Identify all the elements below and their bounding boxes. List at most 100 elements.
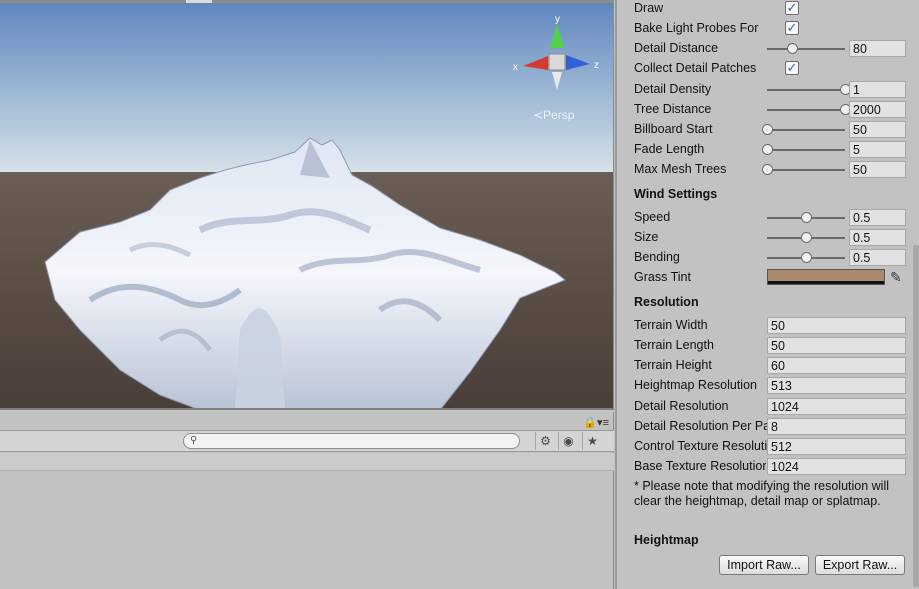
draw-row: Draw ✓ (634, 0, 906, 18)
detail-distance-field[interactable]: 80 (849, 40, 906, 57)
search-field[interactable]: ⚲ (183, 433, 520, 449)
detail-distance-slider[interactable] (767, 48, 845, 50)
grass-tint-alpha-bar (768, 281, 884, 284)
detail-resolution-per-patch-field[interactable]: 8 (767, 418, 906, 435)
draw-label: Draw (634, 1, 664, 15)
detail-density-slider[interactable] (767, 89, 845, 91)
heightmap-resolution-row: Heightmap Resolution 513 (634, 377, 906, 395)
export-raw-button[interactable]: Export Raw... (815, 555, 905, 575)
base-texture-resolution-field[interactable]: 1024 (767, 458, 906, 475)
max-mesh-trees-label: Max Mesh Trees (634, 162, 727, 176)
resolution-warning-note: * Please note that modifying the resolut… (634, 479, 890, 508)
panel-lock-menu[interactable]: 🔒▾≡ (583, 416, 609, 429)
eyedropper-icon[interactable]: ✎ (890, 269, 902, 286)
terrain-width-row: Terrain Width 50 (634, 317, 906, 335)
fade-length-slider[interactable] (767, 149, 845, 151)
max-mesh-trees-row: Max Mesh Trees 50 (634, 161, 906, 179)
terrain-length-field[interactable]: 50 (767, 337, 906, 354)
wind-size-label: Size (634, 230, 659, 244)
detail-density-row: Detail Density 1 (634, 81, 906, 99)
control-texture-resolution-label: Control Texture Resolution (634, 439, 767, 453)
wind-speed-field[interactable]: 0.5 (849, 209, 906, 226)
tree-distance-field[interactable]: 2000 (849, 101, 906, 118)
billboard-start-label: Billboard Start (634, 122, 713, 136)
wind-bending-slider-handle[interactable] (800, 252, 812, 263)
scene-tab-strip (0, 0, 613, 3)
wind-size-row: Size 0.5 (634, 229, 906, 247)
panel-menu-icon[interactable]: ▾≡ (597, 417, 609, 429)
search-icon: ⚲ (190, 435, 198, 446)
terrain-height-label: Terrain Height (634, 358, 712, 372)
billboard-start-slider[interactable] (767, 129, 845, 131)
detail-resolution-per-patch-row: Detail Resolution Per Patch 8 (634, 418, 906, 436)
gizmo-y-label: y (555, 14, 560, 25)
wind-speed-row: Speed 0.5 (634, 209, 906, 227)
max-mesh-trees-slider[interactable] (767, 169, 845, 171)
billboard-start-field[interactable]: 50 (849, 121, 906, 138)
bake-light-probes-checkbox[interactable]: ✓ (785, 21, 799, 35)
detail-density-label: Detail Density (634, 82, 712, 96)
gizmo-neg-y-cone-icon (552, 72, 562, 90)
heightmap-resolution-field[interactable]: 513 (767, 377, 906, 394)
search-input[interactable] (202, 434, 512, 448)
control-texture-resolution-row: Control Texture Resolution 512 (634, 438, 906, 456)
billboard-start-row: Billboard Start 50 (634, 121, 906, 139)
grass-tint-label: Grass Tint (634, 270, 691, 284)
scene-view[interactable]: y x z ≺Persp (0, 0, 614, 410)
import-raw-button[interactable]: Import Raw... (719, 555, 809, 575)
detail-density-field[interactable]: 1 (849, 81, 906, 98)
tree-distance-label: Tree Distance (634, 102, 712, 116)
detail-distance-slider-handle[interactable] (787, 43, 799, 54)
filter-by-label-icon[interactable]: ◉ (558, 432, 578, 450)
gizmo-center-cube-icon (548, 53, 566, 71)
wind-speed-label: Speed (634, 210, 671, 224)
gizmo-z-cone-icon (566, 55, 590, 70)
orientation-gizmo[interactable]: y x z (508, 10, 608, 100)
wind-bending-row: Bending 0.5 (634, 249, 906, 267)
terrain-width-field[interactable]: 50 (767, 317, 906, 334)
gizmo-x-label: x (513, 62, 518, 73)
wind-speed-slider-handle[interactable] (800, 212, 812, 223)
favorites-star-icon[interactable]: ★ (582, 432, 602, 450)
max-mesh-trees-slider-handle[interactable] (761, 164, 773, 175)
fade-length-slider-handle[interactable] (761, 144, 773, 155)
terrain-height-field[interactable]: 60 (767, 357, 906, 374)
lock-icon[interactable]: 🔒 (583, 417, 597, 429)
billboard-start-slider-handle[interactable] (761, 124, 773, 135)
gizmo-y-cone-icon (550, 24, 564, 48)
bake-light-probes-label: Bake Light Probes For (634, 21, 759, 35)
terrain-length-label: Terrain Length (634, 338, 714, 352)
bake-light-probes-row: Bake Light Probes For ✓ (634, 20, 906, 38)
base-texture-resolution-row: Base Texture Resolution 1024 (634, 458, 906, 476)
fade-length-field[interactable]: 5 (849, 141, 906, 158)
detail-distance-row: Detail Distance 80 (634, 40, 906, 58)
detail-resolution-per-patch-label: Detail Resolution Per Patch (634, 419, 767, 433)
inspector-scrollbar[interactable] (913, 245, 919, 587)
wind-size-slider-handle[interactable] (800, 232, 812, 243)
heightmap-header: Heightmap (634, 533, 699, 547)
detail-resolution-field[interactable]: 1024 (767, 398, 906, 415)
terrain-width-label: Terrain Width (634, 318, 708, 332)
base-texture-resolution-label: Base Texture Resolution (634, 459, 766, 473)
collect-detail-patches-checkbox[interactable]: ✓ (785, 61, 799, 75)
grass-tint-color-field[interactable] (767, 269, 885, 285)
terrain-length-row: Terrain Length 50 (634, 337, 906, 355)
wind-bending-field[interactable]: 0.5 (849, 249, 906, 266)
terrain-height-row: Terrain Height 60 (634, 357, 906, 375)
panel-content-strip (0, 453, 614, 471)
perspective-label[interactable]: ≺Persp (533, 108, 574, 122)
collect-detail-patches-label: Collect Detail Patches (634, 61, 757, 75)
draw-checkbox[interactable]: ✓ (785, 1, 799, 15)
grass-tint-row: Grass Tint ✎ (634, 269, 906, 287)
max-mesh-trees-field[interactable]: 50 (849, 161, 906, 178)
tree-distance-slider[interactable] (767, 109, 845, 111)
wind-settings-header: Wind Settings (634, 187, 718, 201)
control-texture-resolution-field[interactable]: 512 (767, 438, 906, 455)
panel-toolbar: ⚲ ⚙ ◉ ★ (0, 430, 614, 452)
wind-size-field[interactable]: 0.5 (849, 229, 906, 246)
detail-resolution-label: Detail Resolution (634, 399, 729, 413)
gizmo-x-cone-icon (523, 56, 548, 70)
resolution-header: Resolution (634, 295, 699, 309)
filter-by-type-icon[interactable]: ⚙ (535, 432, 555, 450)
project-panel: 🔒▾≡ ⚲ ⚙ ◉ ★ (0, 412, 614, 589)
